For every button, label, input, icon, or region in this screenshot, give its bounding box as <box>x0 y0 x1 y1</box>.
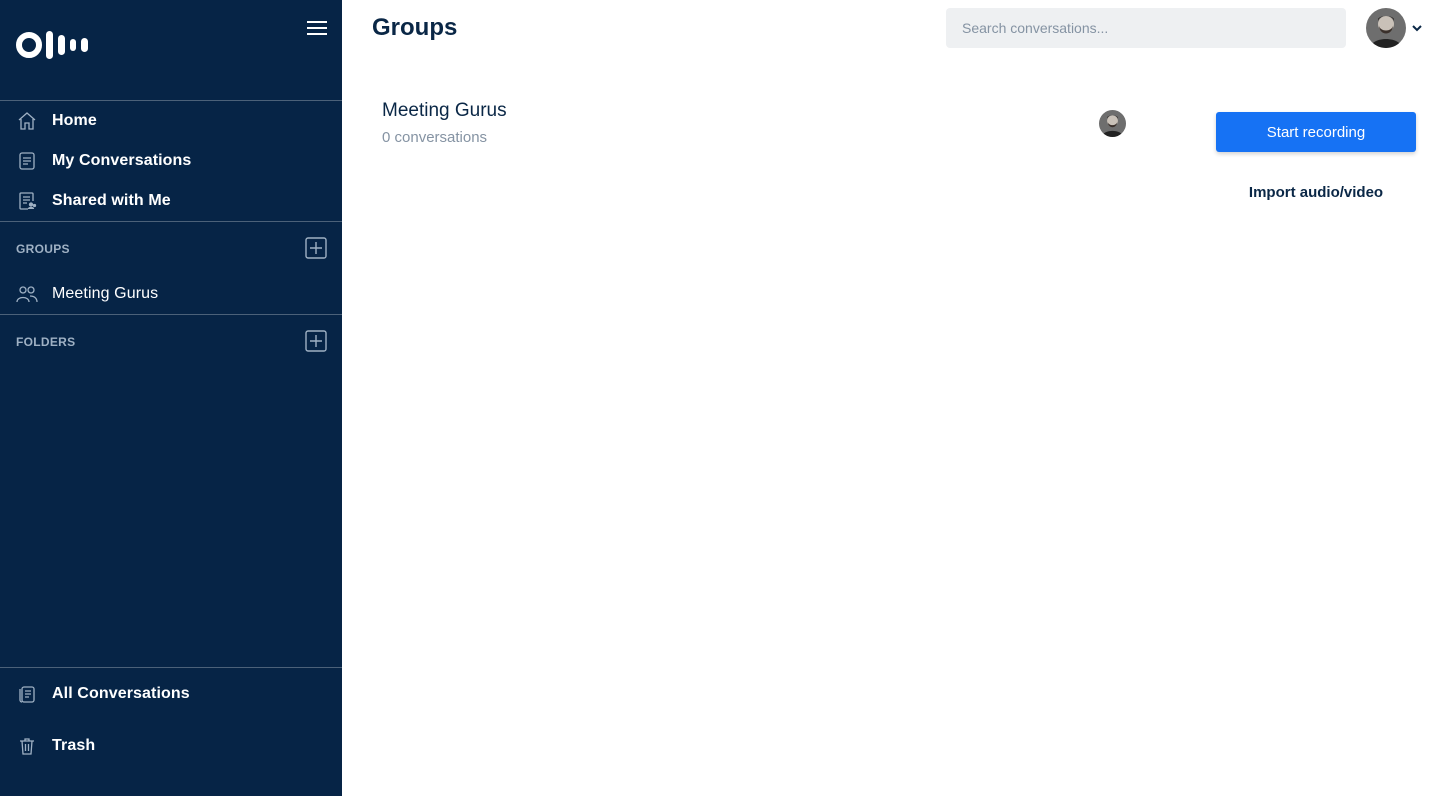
menu-icon[interactable] <box>305 18 329 38</box>
sidebar-item-trash[interactable]: Trash <box>0 728 342 764</box>
sidebar-item-label: Home <box>52 112 97 129</box>
groups-section-title: GROUPS <box>16 242 70 256</box>
add-group-icon[interactable] <box>305 237 327 259</box>
folders-section-title: FOLDERS <box>16 335 76 349</box>
sidebar-item-label: Shared with Me <box>52 192 171 209</box>
document-icon <box>16 150 38 172</box>
sidebar-divider <box>0 667 342 668</box>
sidebar-divider <box>0 221 342 222</box>
app-root: Home My Conversations Shared with Me GRO… <box>0 0 1440 796</box>
shared-document-icon <box>16 190 38 212</box>
sidebar-item-my-conversations[interactable]: My Conversations <box>0 143 342 179</box>
trash-icon <box>16 735 38 757</box>
sidebar-item-label: Trash <box>52 737 96 754</box>
sidebar-item-home[interactable]: Home <box>0 103 342 139</box>
sidebar-item-shared-with-me[interactable]: Shared with Me <box>0 183 342 219</box>
sidebar-item-label: Meeting Gurus <box>52 285 159 302</box>
people-icon <box>16 283 38 305</box>
home-icon <box>16 110 38 132</box>
stacked-documents-icon <box>16 683 38 705</box>
otter-logo[interactable] <box>16 29 90 61</box>
search-input[interactable] <box>946 8 1346 48</box>
user-avatar[interactable] <box>1366 8 1406 48</box>
sidebar-item-label: All Conversations <box>52 685 190 702</box>
sidebar: Home My Conversations Shared with Me GRO… <box>0 0 342 796</box>
start-recording-button[interactable]: Start recording <box>1216 112 1416 152</box>
chevron-down-icon[interactable] <box>1411 22 1423 34</box>
group-member-avatar <box>1099 110 1126 137</box>
page-title: Groups <box>372 14 458 41</box>
group-name[interactable]: Meeting Gurus <box>382 100 507 122</box>
import-audio-video-link[interactable]: Import audio/video <box>1216 184 1416 201</box>
sidebar-item-label: My Conversations <box>52 152 192 169</box>
sidebar-item-meeting-gurus[interactable]: Meeting Gurus <box>0 276 342 312</box>
group-conversation-count: 0 conversations <box>382 129 488 146</box>
sidebar-divider <box>0 100 342 101</box>
sidebar-item-all-conversations[interactable]: All Conversations <box>0 676 342 712</box>
sidebar-divider <box>0 314 342 315</box>
add-folder-icon[interactable] <box>305 330 327 352</box>
